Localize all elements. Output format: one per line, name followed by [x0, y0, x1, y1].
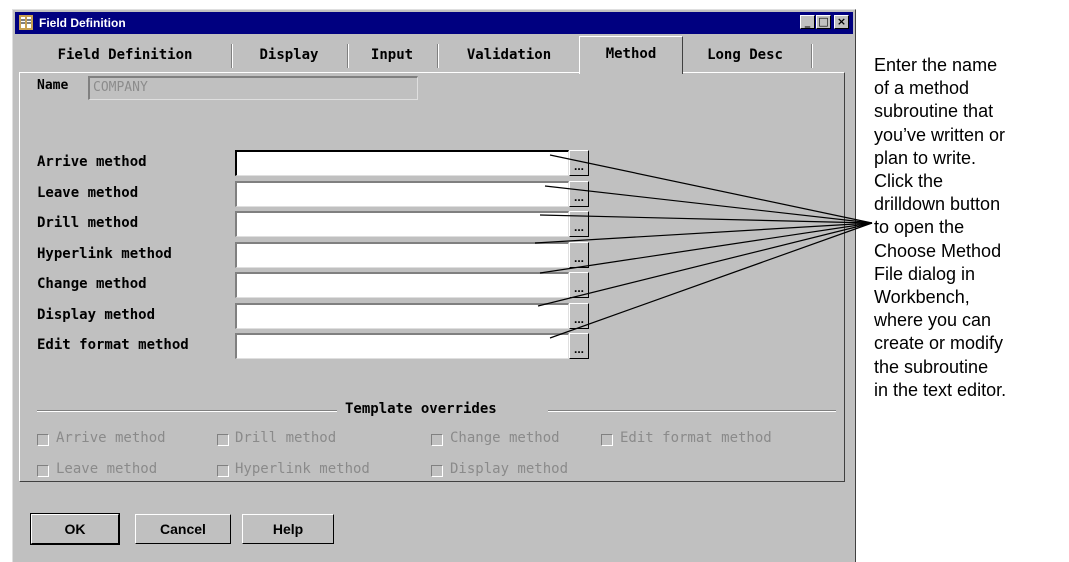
- leader-leave: [544, 185, 873, 224]
- callout-line: drilldown button: [874, 194, 1001, 215]
- leader-change: [539, 222, 873, 274]
- leader-arrive: [549, 154, 873, 224]
- callout-line: subroutine that: [874, 101, 994, 122]
- leader-drill: [539, 214, 873, 224]
- tab-method[interactable]: Method: [579, 36, 683, 74]
- leader-edit-format: [549, 222, 873, 339]
- callout-line: in the text editor.: [874, 379, 1007, 400]
- leader-display: [537, 222, 873, 307]
- callout-line: Workbench,: [874, 287, 970, 308]
- callout-line: File dialog in: [874, 263, 976, 284]
- leader-hyperlink: [534, 222, 873, 244]
- callout-line: the subroutine: [874, 356, 989, 377]
- callout-line: to open the: [874, 217, 965, 238]
- callout-line: Choose Method: [874, 240, 1002, 261]
- callout-line: Enter the name: [874, 55, 998, 75]
- callout-line: of a method: [874, 78, 970, 99]
- callout-line: you’ve written or: [874, 124, 1006, 145]
- callout-text: Enter the name of a method subroutine th…: [874, 54, 1066, 402]
- callout-line: plan to write.: [874, 147, 977, 168]
- callout-line: Click the: [874, 171, 944, 192]
- callout-line: create or modify: [874, 333, 1004, 354]
- callout-line: where you can: [874, 310, 992, 331]
